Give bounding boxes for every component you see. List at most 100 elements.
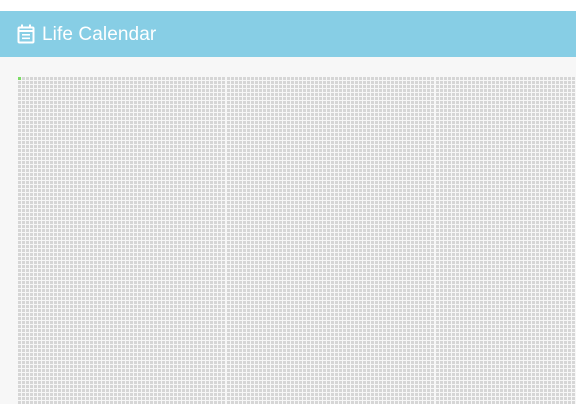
week-cell (407, 129, 410, 132)
week-cell (528, 161, 531, 164)
week-cell (74, 209, 77, 212)
week-cell (26, 145, 29, 148)
week-cell (255, 101, 258, 104)
week-cell (178, 137, 181, 140)
week-cell (363, 205, 366, 208)
week-cell (134, 133, 137, 136)
week-cell (190, 129, 193, 132)
week-cell (359, 189, 362, 192)
week-cell (162, 193, 165, 196)
week-cell (327, 93, 330, 96)
week-cell (528, 129, 531, 132)
week-cell (496, 97, 499, 100)
week-cell (399, 169, 402, 172)
week-cell (70, 205, 73, 208)
week-cell (222, 189, 225, 192)
week-cell (174, 81, 177, 84)
week-cell (190, 169, 193, 172)
week-cell (214, 201, 217, 204)
week-cell (327, 201, 330, 204)
week-cell (154, 105, 157, 108)
week-cell (218, 201, 221, 204)
week-cell (520, 209, 523, 212)
week-cell (347, 141, 350, 144)
week-cell (130, 137, 133, 140)
week-cell (222, 201, 225, 204)
week-cell (303, 205, 306, 208)
week-cell (62, 133, 65, 136)
week-cell (194, 113, 197, 116)
week-cell (480, 117, 483, 120)
week-cell (142, 125, 145, 128)
week-cell (90, 153, 93, 156)
week-cell (548, 157, 551, 160)
week-cell (58, 105, 61, 108)
week-cell (508, 165, 511, 168)
week-cell (488, 85, 491, 88)
week-cell (520, 113, 523, 116)
week-cell (194, 141, 197, 144)
week-cell (114, 133, 117, 136)
week-cell (231, 173, 234, 176)
week-cell (170, 193, 173, 196)
week-cell (283, 209, 286, 212)
week-cell (42, 141, 45, 144)
week-cell (536, 165, 539, 168)
week-cell (154, 149, 157, 152)
week-cell (130, 193, 133, 196)
week-cell (335, 93, 338, 96)
week-cell (504, 145, 507, 148)
week-cell (331, 125, 334, 128)
week-cell (102, 129, 105, 132)
week-cell (323, 157, 326, 160)
week-cell (311, 81, 314, 84)
week-cell (476, 101, 479, 104)
week-cell (98, 197, 101, 200)
week-cell (492, 141, 495, 144)
week-cell (508, 145, 511, 148)
week-cell (460, 89, 463, 92)
week-cell (62, 185, 65, 188)
week-cell (46, 181, 49, 184)
week-cell (150, 125, 153, 128)
week-cell (496, 113, 499, 116)
week-cell (464, 173, 467, 176)
week-cell (98, 161, 101, 164)
week-cell (166, 141, 169, 144)
week-cell (42, 125, 45, 128)
week-cell (460, 193, 463, 196)
week-cell (556, 169, 559, 172)
week-cell (126, 153, 129, 156)
week-cell (231, 189, 234, 192)
week-cell (66, 77, 69, 80)
week-cell (403, 121, 406, 124)
week-cell (560, 169, 563, 172)
week-cell (327, 109, 330, 112)
week-cell (138, 121, 141, 124)
week-cell (154, 145, 157, 148)
week-cell (500, 77, 503, 80)
week-cell (335, 137, 338, 140)
week-cell (279, 137, 282, 140)
week-cell (500, 89, 503, 92)
week-cell (327, 205, 330, 208)
week-cell (98, 77, 101, 80)
week-cell (411, 193, 414, 196)
week-cell (524, 185, 527, 188)
week-cell (158, 169, 161, 172)
week-cell (492, 133, 495, 136)
week-cell (178, 97, 181, 100)
week-cell (42, 177, 45, 180)
week-cell (472, 205, 475, 208)
week-cell (359, 133, 362, 136)
week-cell (540, 169, 543, 172)
week-cell (251, 165, 254, 168)
week-cell (283, 213, 286, 216)
week-cell (74, 101, 77, 104)
week-cell (303, 185, 306, 188)
week-cell (379, 201, 382, 204)
week-cell (78, 145, 81, 148)
week-cell (110, 181, 113, 184)
week-cell (82, 89, 85, 92)
week-cell (375, 133, 378, 136)
